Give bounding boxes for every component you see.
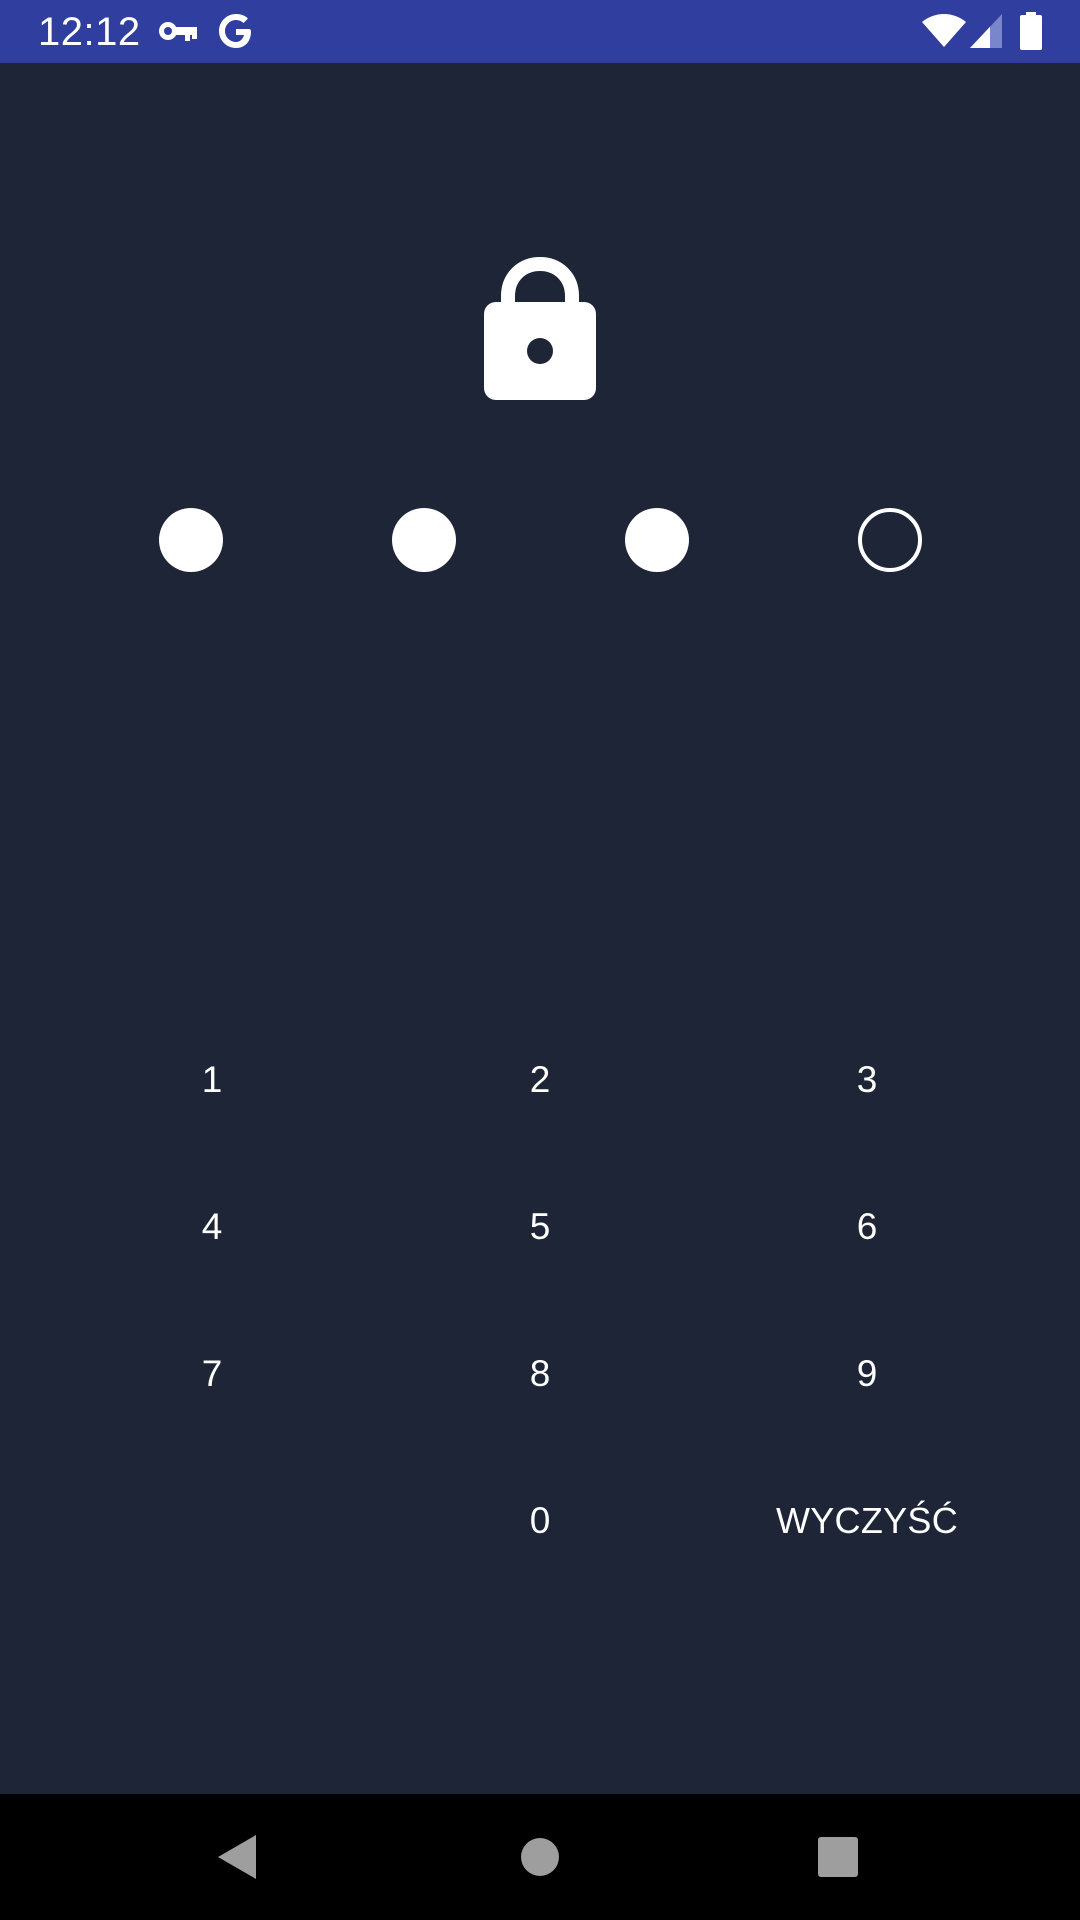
key-3[interactable]: 3 (717, 1020, 1017, 1140)
google-g-icon (219, 14, 251, 48)
pin-dot-filled (159, 508, 223, 572)
status-bar: 12:12 (0, 0, 1080, 63)
signal-icon (970, 14, 1002, 48)
battery-icon (1020, 12, 1042, 50)
key-9[interactable]: 9 (717, 1314, 1017, 1434)
recents-icon (818, 1837, 858, 1877)
key-8[interactable]: 8 (390, 1314, 690, 1434)
recents-button[interactable] (758, 1794, 918, 1920)
home-button[interactable] (460, 1794, 620, 1920)
key-0[interactable]: 0 (390, 1461, 690, 1581)
back-icon (218, 1835, 256, 1879)
key-4[interactable]: 4 (62, 1167, 362, 1287)
key-7[interactable]: 7 (62, 1314, 362, 1434)
key-6[interactable]: 6 (717, 1167, 1017, 1287)
pin-lock-screen: 12:12 1 2 3 4 5 6 7 8 9 0 WYCZYŚĆ (0, 0, 1080, 1920)
status-time: 12:12 (38, 10, 141, 54)
home-icon (521, 1838, 559, 1876)
back-button[interactable] (158, 1794, 318, 1920)
wifi-icon (922, 14, 966, 47)
key-2[interactable]: 2 (390, 1020, 690, 1140)
lock-icon (484, 256, 596, 400)
key-icon (159, 22, 197, 41)
pin-dot-filled (392, 508, 456, 572)
pin-dot-empty (858, 508, 922, 572)
navigation-bar (0, 1794, 1080, 1920)
clear-button[interactable]: WYCZYŚĆ (717, 1461, 1017, 1581)
pin-dot-filled (625, 508, 689, 572)
key-5[interactable]: 5 (390, 1167, 690, 1287)
key-1[interactable]: 1 (62, 1020, 362, 1140)
